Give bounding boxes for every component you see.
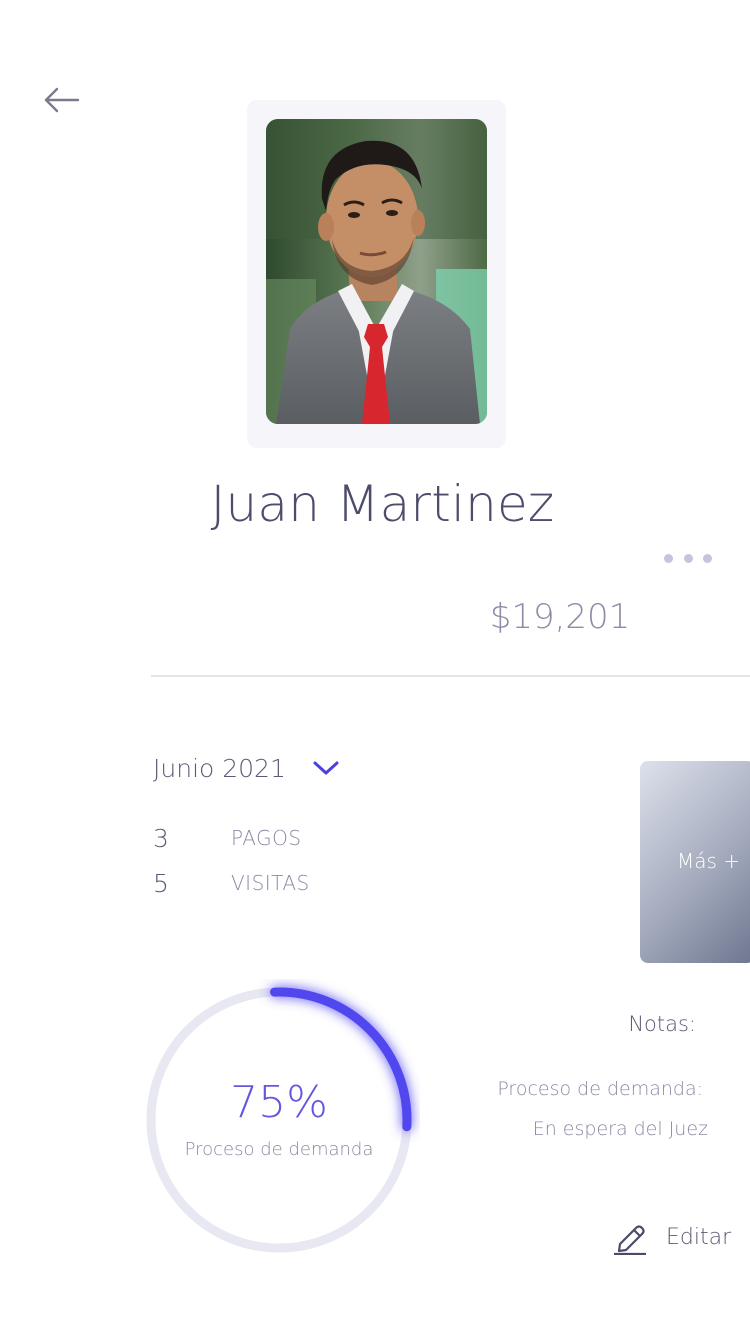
month-label: Junio 2021 [153, 753, 286, 783]
edit-button[interactable]: Editar [612, 1218, 731, 1256]
profile-name: Juan Martinez [210, 475, 555, 533]
stat-label: PAGOS [231, 826, 302, 850]
dot [683, 553, 693, 563]
edit-label: Editar [666, 1224, 732, 1250]
more-card-label: Más + [677, 849, 741, 873]
more-options-icon[interactable] [664, 548, 712, 568]
notes-title: Notas: [628, 1012, 696, 1036]
month-selector[interactable]: Junio 2021 [153, 748, 340, 788]
pencil-icon [612, 1219, 648, 1255]
more-card-button[interactable]: Más + [640, 761, 750, 963]
arrow-left-icon [44, 87, 80, 113]
progress-ring: 75% Proceso de demanda [138, 979, 420, 1261]
profile-photo-card [247, 100, 506, 448]
dot [703, 553, 712, 563]
divider [151, 675, 750, 677]
stat-row-pagos: 3 PAGOS [153, 821, 302, 855]
notes-line: En espera del Juez [532, 1118, 708, 1140]
chevron-down-icon [312, 759, 340, 777]
stat-value: 3 [153, 823, 169, 853]
stat-row-visitas: 5 VISITAS [153, 866, 310, 900]
progress-caption: Proceso de demanda [184, 1139, 374, 1160]
back-button[interactable] [40, 82, 84, 118]
profile-photo [266, 119, 487, 424]
stat-value: 5 [153, 868, 169, 898]
dot [664, 553, 673, 563]
progress-value: 75% [230, 1077, 328, 1128]
stat-label: VISITAS [231, 871, 310, 895]
balance-amount: $19,201 [489, 597, 631, 637]
notes-line: Proceso de demanda: [497, 1078, 703, 1100]
